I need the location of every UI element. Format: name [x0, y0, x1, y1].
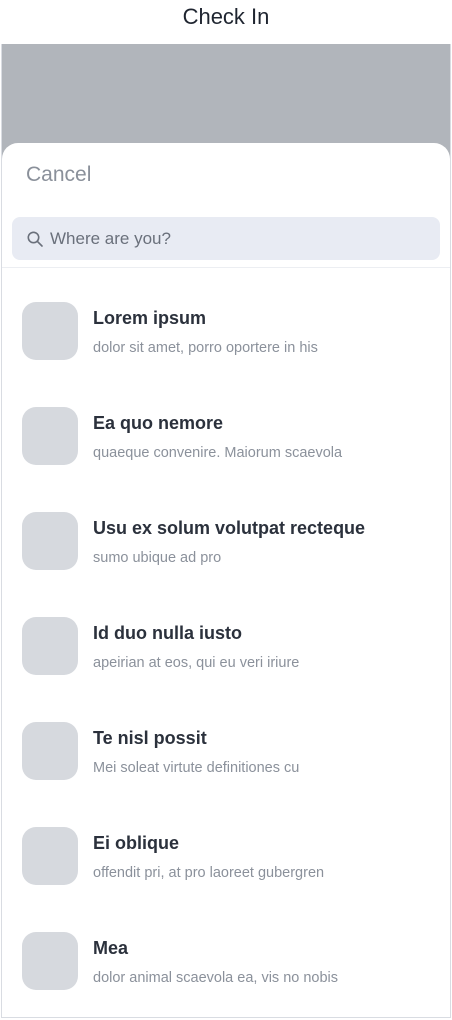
place-thumbnail [22, 407, 78, 465]
place-subtitle: offendit pri, at pro laoreet gubergren [93, 865, 325, 881]
place-subtitle: apeirian at eos, qui eu veri iriure [93, 655, 300, 671]
place-subtitle: quaeque convenire. Maiorum scaevola [93, 445, 343, 461]
place-thumbnail [22, 932, 78, 990]
place-thumbnail [22, 512, 78, 570]
place-title: Ei oblique [93, 833, 180, 853]
check-in-sheet: Cancel Lorem ipsum dolor sit amet, porro… [2, 143, 450, 1017]
place-thumbnail [22, 827, 78, 885]
phone-screen: Cancel Lorem ipsum dolor sit amet, porro… [1, 44, 451, 1018]
places-list: Lorem ipsum dolor sit amet, porro oporte… [2, 278, 450, 1013]
list-item[interactable]: Lorem ipsum dolor sit amet, porro oporte… [2, 278, 450, 383]
place-title: Id duo nulla iusto [93, 623, 242, 643]
cancel-button[interactable]: Cancel [26, 163, 91, 187]
place-title: Lorem ipsum [93, 308, 207, 328]
place-title: Ea quo nemore [93, 413, 224, 433]
place-subtitle: dolor sit amet, porro oportere in his [93, 340, 318, 356]
place-thumbnail [22, 302, 78, 360]
place-thumbnail [22, 722, 78, 780]
place-subtitle: dolor animal scaevola ea, vis no nobis [93, 970, 339, 986]
search-bar[interactable] [12, 217, 440, 260]
search-icon [26, 230, 44, 248]
search-input[interactable] [50, 228, 430, 249]
place-title: Usu ex solum volutpat recteque [93, 518, 366, 538]
list-item[interactable]: Mea dolor animal scaevola ea, vis no nob… [2, 908, 450, 1013]
place-subtitle: Mei soleat virtute definitiones cu [93, 760, 300, 776]
list-item[interactable]: Ea quo nemore quaeque convenire. Maiorum… [2, 383, 450, 488]
divider [2, 267, 450, 268]
place-thumbnail [22, 617, 78, 675]
place-subtitle: sumo ubique ad pro [93, 550, 222, 566]
list-item[interactable]: Usu ex solum volutpat recteque sumo ubiq… [2, 488, 450, 593]
page-title: Check In [182, 4, 270, 29]
list-item[interactable]: Te nisl possit Mei soleat virtute defini… [2, 698, 450, 803]
place-title: Mea [93, 938, 129, 958]
list-item[interactable]: Id duo nulla iusto apeirian at eos, qui … [2, 593, 450, 698]
list-item[interactable]: Ei oblique offendit pri, at pro laoreet … [2, 803, 450, 908]
place-title: Te nisl possit [93, 728, 207, 748]
